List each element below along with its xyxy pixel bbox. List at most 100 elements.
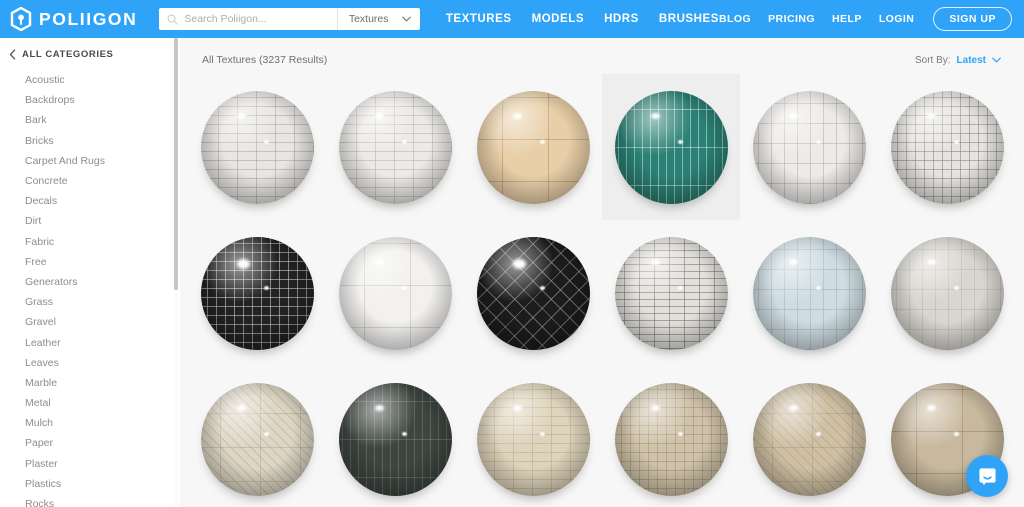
content-toolbar: All Textures (3237 Results) Sort By: Lat…	[180, 46, 1024, 74]
texture-card-pale-blue-tile[interactable]	[740, 220, 878, 366]
nav-textures[interactable]: TEXTURES	[446, 13, 512, 25]
texture-sphere-preview	[752, 90, 866, 204]
texture-card-sand-diagonal-tile[interactable]	[740, 366, 878, 507]
sidebar-item-marble[interactable]: Marble	[0, 373, 180, 393]
all-categories-header[interactable]: ALL CATEGORIES	[0, 38, 180, 70]
texture-grid	[180, 74, 1024, 507]
specular-highlight	[512, 113, 522, 120]
sidebar-item-leather[interactable]: Leather	[0, 332, 180, 352]
chat-widget-button[interactable]	[966, 455, 1008, 497]
specular-highlight	[374, 113, 384, 120]
texture-card-white-brick-tile[interactable]	[188, 74, 326, 220]
specular-highlight	[788, 405, 798, 412]
sidebar-item-acoustic[interactable]: Acoustic	[0, 70, 180, 90]
sidebar-item-carpet-and-rugs[interactable]: Carpet And Rugs	[0, 151, 180, 171]
texture-sphere-preview	[200, 236, 314, 350]
texture-card-green-stack-tile[interactable]	[602, 74, 740, 220]
specular-highlight-secondary	[953, 432, 959, 437]
texture-card-white-large-tile[interactable]	[326, 220, 464, 366]
sidebar-item-concrete[interactable]: Concrete	[0, 171, 180, 191]
all-categories-label: ALL CATEGORIES	[22, 49, 114, 60]
nav-help[interactable]: HELP	[832, 13, 862, 25]
sidebar-item-plastics[interactable]: Plastics	[0, 474, 180, 494]
sidebar-item-bark[interactable]: Bark	[0, 110, 180, 130]
specular-highlight	[236, 259, 250, 270]
texture-sphere-preview	[476, 382, 590, 496]
specular-highlight-secondary	[401, 286, 407, 291]
texture-sphere-preview	[338, 382, 452, 496]
sidebar-item-rocks[interactable]: Rocks	[0, 494, 180, 507]
texture-card-cream-diagonal-tile[interactable]	[188, 366, 326, 507]
sidebar-item-bricks[interactable]: Bricks	[0, 131, 180, 151]
texture-pattern-layer	[752, 90, 866, 204]
nav-models[interactable]: MODELS	[532, 13, 585, 25]
sidebar-item-generators[interactable]: Generators	[0, 272, 180, 292]
texture-card-beige-tile[interactable]	[464, 74, 602, 220]
search-input[interactable]	[178, 8, 337, 30]
texture-card-grey-plaster-tile[interactable]	[878, 220, 1016, 366]
sidebar-item-grass[interactable]: Grass	[0, 292, 180, 312]
sidebar-item-metal[interactable]: Metal	[0, 393, 180, 413]
nav-hdrs[interactable]: HDRS	[604, 13, 639, 25]
sign-up-button[interactable]: SIGN UP	[933, 7, 1012, 31]
specular-highlight	[512, 259, 526, 270]
sort-by-control[interactable]: Sort By: Latest	[915, 55, 1001, 66]
texture-sphere-preview	[890, 236, 1004, 350]
chevron-down-icon	[992, 57, 1001, 63]
sidebar-item-mulch[interactable]: Mulch	[0, 413, 180, 433]
texture-pattern-layer	[752, 382, 866, 496]
texture-card-grey-brick-wall[interactable]	[602, 220, 740, 366]
texture-pattern-layer	[476, 236, 590, 350]
texture-pattern-layer	[476, 382, 590, 496]
nav-blog[interactable]: BLOG	[719, 13, 751, 25]
nav-brushes[interactable]: BRUSHES	[659, 13, 719, 25]
texture-sphere-preview	[752, 382, 866, 496]
specular-highlight-secondary	[677, 140, 683, 145]
texture-sphere-preview	[338, 90, 452, 204]
sidebar-item-gravel[interactable]: Gravel	[0, 312, 180, 332]
specular-highlight-secondary	[677, 286, 683, 291]
sidebar-item-dirt[interactable]: Dirt	[0, 211, 180, 231]
texture-pattern-layer	[200, 90, 314, 204]
search-category-select[interactable]: Textures	[338, 8, 420, 30]
texture-sphere-preview	[200, 90, 314, 204]
specular-highlight	[650, 405, 660, 412]
texture-sphere-preview	[338, 236, 452, 350]
specular-highlight	[512, 405, 522, 412]
nav-login[interactable]: LOGIN	[879, 13, 915, 25]
sidebar-item-free[interactable]: Free	[0, 252, 180, 272]
texture-card-tan-grid-tile[interactable]	[602, 366, 740, 507]
texture-sphere-preview	[200, 382, 314, 496]
nav-pricing[interactable]: PRICING	[768, 13, 815, 25]
sidebar-item-fabric[interactable]: Fabric	[0, 232, 180, 252]
specular-highlight-secondary	[401, 432, 407, 437]
texture-pattern-layer	[476, 90, 590, 204]
texture-card-dark-green-stack-tile[interactable]	[326, 366, 464, 507]
poliigon-logo[interactable]: POLIIGON	[10, 7, 137, 31]
sidebar-item-leaves[interactable]: Leaves	[0, 353, 180, 373]
secondary-nav: BLOG PRICING HELP LOGIN SIGN UP	[719, 7, 1012, 31]
chevron-down-icon	[401, 16, 411, 22]
texture-card-black-mosaic-tile[interactable]	[188, 220, 326, 366]
specular-highlight-secondary	[815, 286, 821, 291]
texture-card-beige-stripe-tile[interactable]	[464, 366, 602, 507]
sidebar-item-paper[interactable]: Paper	[0, 433, 180, 453]
texture-sphere-preview	[890, 90, 1004, 204]
texture-card-white-subway-tile[interactable]	[326, 74, 464, 220]
sidebar-item-plaster[interactable]: Plaster	[0, 454, 180, 474]
sidebar-item-backdrops[interactable]: Backdrops	[0, 90, 180, 110]
specular-highlight-secondary	[263, 140, 269, 145]
category-sidebar: ALL CATEGORIES Acoustic Backdrops Bark Bric…	[0, 38, 180, 507]
hexagon-logo-icon	[10, 7, 32, 31]
texture-browser: All Textures (3237 Results) Sort By: Lat…	[180, 38, 1024, 507]
texture-pattern-layer	[200, 236, 314, 350]
texture-card-grey-mosaic-tile[interactable]	[878, 74, 1016, 220]
sidebar-item-decals[interactable]: Decals	[0, 191, 180, 211]
sidebar-scrollbar-thumb[interactable]	[174, 38, 178, 290]
texture-card-black-herringbone-tile[interactable]	[464, 220, 602, 366]
specular-highlight-secondary	[815, 432, 821, 437]
specular-highlight-secondary	[677, 432, 683, 437]
texture-card-white-grid-tile[interactable]	[740, 74, 878, 220]
texture-pattern-layer	[338, 236, 452, 350]
search-bar[interactable]: Textures	[159, 8, 420, 30]
